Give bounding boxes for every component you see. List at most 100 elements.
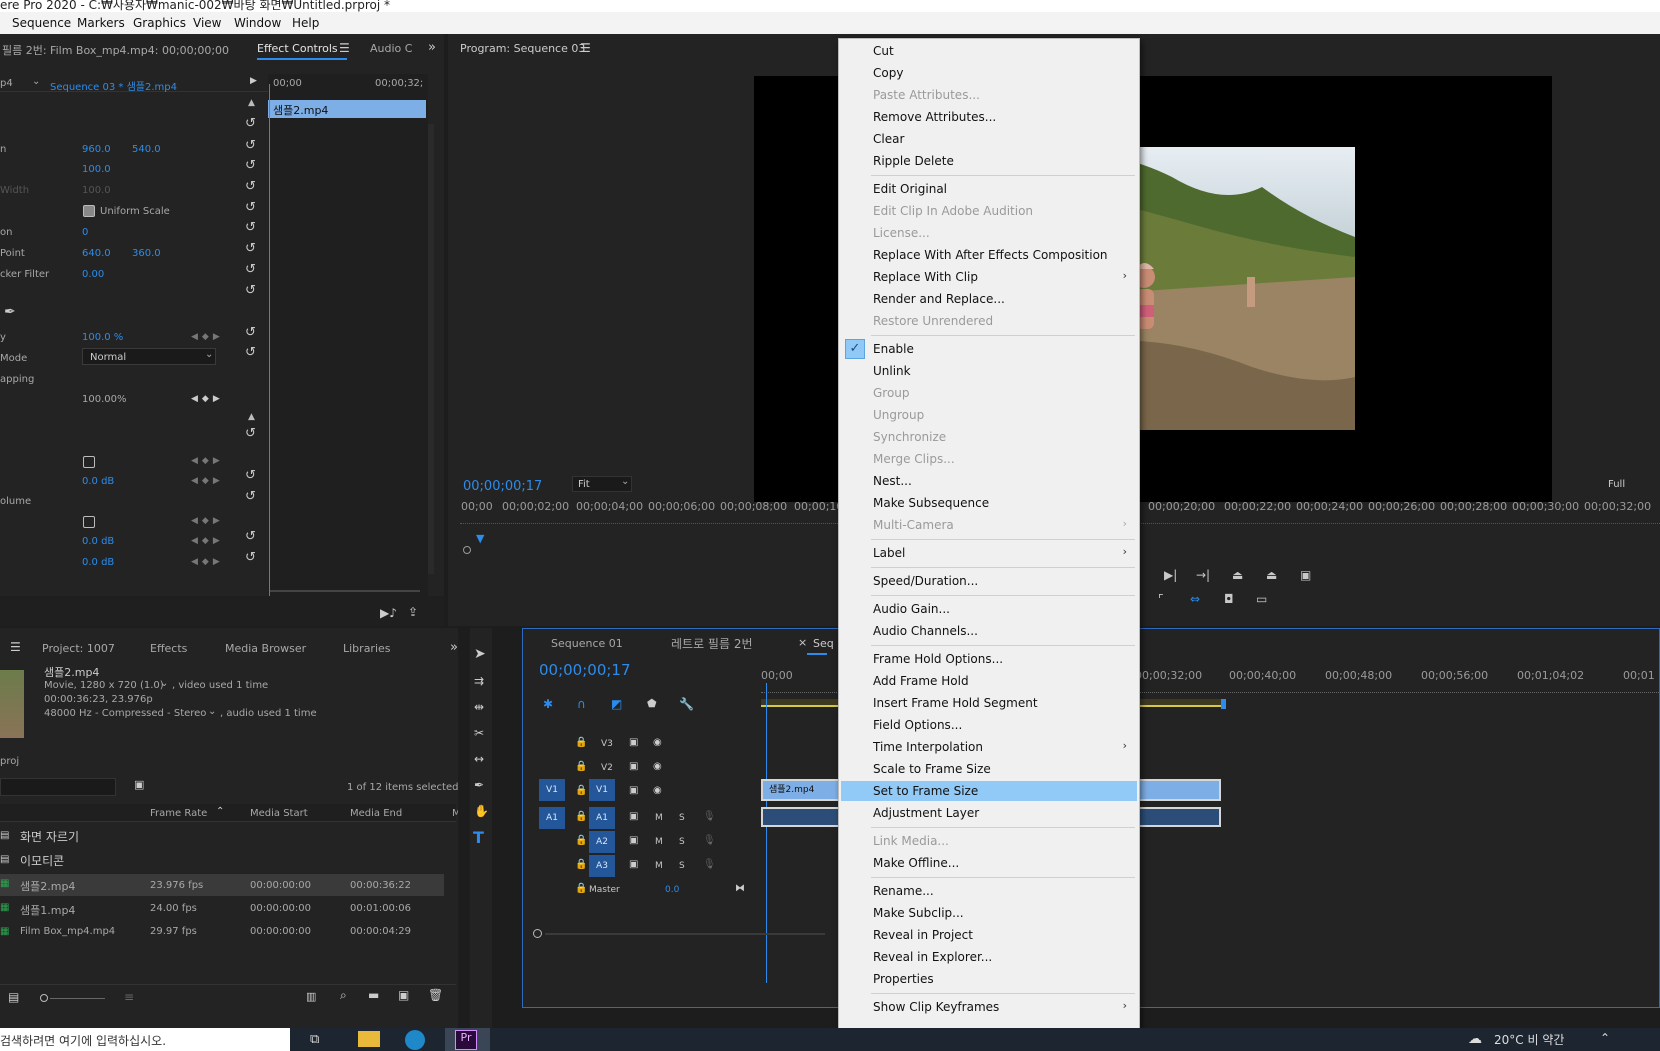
collapse-up-icon[interactable]: ▲ <box>248 412 255 422</box>
add-marker-icon[interactable]: ◩ <box>611 697 622 711</box>
chevron-down-icon[interactable]: ⌄ <box>32 76 40 87</box>
project-search-input[interactable] <box>0 778 116 796</box>
list-view-icon[interactable]: ▤ <box>8 990 19 1004</box>
bypass-checkbox[interactable] <box>83 516 95 528</box>
panel-overflow-icon[interactable]: » <box>450 640 458 655</box>
reset-icon[interactable]: ↺ <box>245 345 256 360</box>
menu-item-audio-channels[interactable]: Audio Channels... <box>841 621 1137 641</box>
bypass-checkbox[interactable] <box>83 456 95 468</box>
column-media-start[interactable]: Media Start <box>250 808 308 819</box>
menu-item-rename[interactable]: Rename... <box>841 881 1137 901</box>
eye-icon[interactable]: ◉ <box>653 761 662 772</box>
keyframe-nav-icon[interactable]: ◀◆▶ <box>191 456 224 466</box>
zoom-slider-handle[interactable] <box>40 994 48 1002</box>
timeline-playhead[interactable] <box>766 683 767 983</box>
pen-icon[interactable]: ✒ <box>4 304 16 320</box>
volume-level-value[interactable]: 0.0 dB <box>82 476 114 487</box>
file-explorer-icon[interactable] <box>358 1031 380 1047</box>
zoom-scrollbar[interactable] <box>270 590 420 592</box>
menu-item-adjustment-layer[interactable]: Adjustment Layer <box>841 803 1137 823</box>
opacity-value[interactable]: 100.0 % <box>82 332 123 343</box>
lock-icon[interactable]: 🔒 <box>575 859 587 870</box>
go-to-out-icon[interactable]: →| <box>1196 568 1210 582</box>
column-m[interactable]: M <box>452 808 458 819</box>
menu-markers[interactable]: Markers <box>77 16 125 30</box>
sync-lock-icon[interactable]: ▣ <box>629 785 638 796</box>
scrollbar[interactable] <box>428 124 434 574</box>
reset-icon[interactable]: ↺ <box>245 262 256 277</box>
menu-item-render-and-replace[interactable]: Render and Replace... <box>841 289 1137 309</box>
lock-icon[interactable]: 🔒 <box>575 883 587 894</box>
close-icon[interactable]: × <box>798 636 807 649</box>
task-view-icon[interactable]: ⧉ <box>310 1032 319 1047</box>
eye-icon[interactable]: ◉ <box>653 785 662 796</box>
source-a1-toggle[interactable]: A1 <box>539 807 565 829</box>
menu-item-add-frame-hold[interactable]: Add Frame Hold <box>841 671 1137 691</box>
menu-item-frame-hold-options[interactable]: Frame Hold Options... <box>841 649 1137 669</box>
menu-item-remove-attributes[interactable]: Remove Attributes... <box>841 107 1137 127</box>
tab-audio-clip-mixer[interactable]: Audio C <box>370 42 412 55</box>
export-icon[interactable]: ⇪ <box>408 605 418 619</box>
lock-icon[interactable]: 🔒 <box>575 785 587 796</box>
menu-item-clear[interactable]: Clear <box>841 129 1137 149</box>
menu-help[interactable]: Help <box>292 16 319 30</box>
mute-button[interactable]: M <box>655 861 663 871</box>
menu-item-label[interactable]: Label › <box>841 543 1137 563</box>
menu-item-show-clip-keyframes[interactable]: Show Clip Keyframes › <box>841 997 1137 1017</box>
uniform-scale-checkbox[interactable] <box>83 205 95 217</box>
weather-text[interactable]: 20°C 비 약간 <box>1494 1031 1564 1048</box>
menu-graphics[interactable]: Graphics <box>133 16 186 30</box>
chevron-down-icon[interactable]: ⌄ <box>208 706 216 717</box>
automate-to-sequence-icon[interactable]: ▥ <box>306 990 316 1003</box>
resolution-full[interactable]: Full <box>1608 479 1625 490</box>
solo-button[interactable]: S <box>679 813 685 823</box>
reset-icon[interactable]: ↺ <box>245 241 256 256</box>
source-v1-toggle[interactable]: V1 <box>539 779 565 801</box>
safe-margins-icon[interactable]: ▭ <box>1256 592 1267 606</box>
menu-item-speed-duration[interactable]: Speed/Duration... <box>841 571 1137 591</box>
menu-item-reveal-in-explorer[interactable]: Reveal in Explorer... <box>841 947 1137 967</box>
position-x-value[interactable]: 960.0 <box>82 144 111 155</box>
lock-icon[interactable]: 🔒 <box>575 761 587 772</box>
sync-lock-icon[interactable]: ▣ <box>629 737 638 748</box>
track-a2-toggle[interactable]: A2 <box>589 831 615 853</box>
wrench-icon[interactable]: 🔧 <box>679 697 694 711</box>
timeline-zoom-handle[interactable] <box>533 929 542 938</box>
reset-icon[interactable]: ↺ <box>245 220 256 235</box>
right-channel-value[interactable]: 0.0 dB <box>82 557 114 568</box>
sync-lock-icon[interactable]: ▣ <box>629 859 638 870</box>
eye-icon[interactable]: ◉ <box>653 737 662 748</box>
menu-item-make-subsequence[interactable]: Make Subsequence <box>841 493 1137 513</box>
extract-icon[interactable]: ⏏ <box>1266 568 1277 582</box>
tab-effect-controls[interactable]: Effect Controls <box>257 42 338 55</box>
menu-view[interactable]: View <box>193 16 221 30</box>
loop-icon[interactable]: ⇔ <box>1190 592 1200 606</box>
lock-icon[interactable]: 🔒 <box>575 811 587 822</box>
work-area-end[interactable] <box>1221 699 1226 709</box>
tab-sequence-03[interactable]: Seq <box>813 637 834 650</box>
tab-sequence-01[interactable]: Sequence 01 <box>551 637 623 650</box>
keyframe-nav-icon[interactable]: ◀◆▶ <box>191 536 224 546</box>
sync-lock-icon[interactable]: ▣ <box>629 835 638 846</box>
lift-icon[interactable]: ⏏ <box>1232 568 1243 582</box>
zoom-slider[interactable] <box>50 998 105 999</box>
reset-icon[interactable]: ↺ <box>245 426 256 441</box>
reset-icon[interactable]: ↺ <box>245 489 256 504</box>
keyframe-nav-icon[interactable]: ◀◆▶ <box>191 476 224 486</box>
edge-icon[interactable] <box>405 1030 425 1050</box>
sort-ascending-icon[interactable]: ⌃ <box>216 806 224 817</box>
item-name[interactable]: 샘플1.mp4 <box>20 902 75 918</box>
anchor-y-value[interactable]: 360.0 <box>132 248 161 259</box>
taskbar-search-input[interactable]: 검색하려면 여기에 입력하십시오. <box>0 1028 290 1051</box>
keyframe-nav-icon[interactable]: ◀◆▶ <box>191 394 224 404</box>
lock-icon[interactable]: 🔒 <box>575 835 587 846</box>
panel-menu-icon[interactable]: ☰ <box>580 41 591 55</box>
sort-icon[interactable]: ≡ <box>124 990 134 1004</box>
mini-timeline[interactable] <box>268 74 428 626</box>
camera-icon[interactable]: ◘ <box>1224 592 1234 606</box>
scale-value[interactable]: 100.0 <box>82 164 111 175</box>
new-bin-icon[interactable]: ▬ <box>368 988 379 1002</box>
tray-chevron-icon[interactable]: ⌃ <box>1600 1031 1610 1045</box>
reset-icon[interactable]: ↺ <box>245 325 256 340</box>
rotation-value[interactable]: 0 <box>82 227 88 238</box>
